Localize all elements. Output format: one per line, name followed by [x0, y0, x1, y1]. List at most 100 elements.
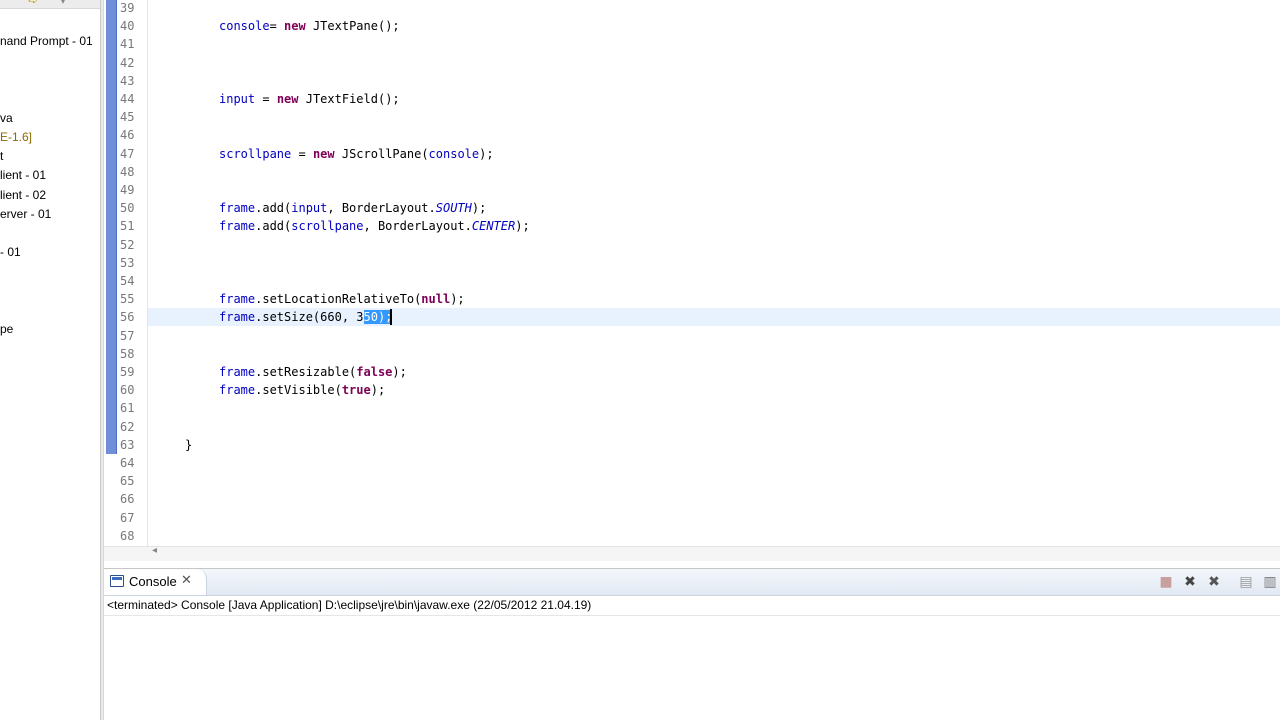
- line-number: 48: [120, 164, 135, 179]
- code-token: new: [284, 19, 306, 34]
- scroll-lock-icon[interactable]: ▥: [1261, 573, 1279, 591]
- tree-item[interactable]: - 01: [0, 245, 21, 259]
- line-number: 45: [120, 110, 135, 125]
- code-token: frame: [219, 383, 256, 398]
- code-token: new: [276, 92, 299, 106]
- code-line[interactable]: 49: [104, 181, 1280, 199]
- terminate-icon[interactable]: ■: [1157, 573, 1175, 591]
- line-number: 39: [120, 1, 135, 15]
- code-line[interactable]: 57: [104, 327, 1280, 345]
- line-number: 53: [120, 255, 135, 270]
- code-line[interactable]: 54: [104, 272, 1280, 290]
- clear-console-icon[interactable]: ▤: [1237, 573, 1255, 591]
- close-icon[interactable]: ✕: [181, 573, 192, 588]
- tree-item[interactable]: nand Prompt - 01: [0, 34, 93, 48]
- line-number: 41: [120, 37, 135, 52]
- code-token: );: [370, 383, 386, 398]
- code-token: false: [356, 365, 393, 379]
- code-line[interactable]: 68: [104, 527, 1280, 545]
- code-token: =: [255, 92, 277, 106]
- tree-item[interactable]: va: [0, 111, 13, 125]
- code-token: null: [421, 292, 451, 307]
- code-token: frame: [219, 219, 256, 234]
- code-line[interactable]: 53: [104, 254, 1280, 272]
- line-number: 55: [120, 292, 135, 307]
- line-number: 65: [120, 474, 135, 489]
- selected-text: 50);: [363, 310, 393, 325]
- code-token: console: [428, 146, 480, 161]
- code-token: JTextPane();: [305, 19, 400, 34]
- code-token: CENTER: [471, 219, 516, 234]
- code-line[interactable]: 58: [104, 345, 1280, 363]
- code-line[interactable]: 66: [104, 490, 1280, 508]
- forward-icon[interactable]: ➪: [28, 0, 38, 7]
- line-number: 50: [120, 201, 135, 216]
- code-line[interactable]: 62: [104, 418, 1280, 436]
- remove-launch-icon[interactable]: ✖: [1181, 573, 1199, 591]
- line-number: 67: [120, 510, 135, 525]
- explorer-toolbar: ➪ ▾: [0, 0, 100, 9]
- tree-item[interactable]: t: [0, 149, 3, 163]
- code-line[interactable]: 56 frame.setSize(660, 350);: [120, 308, 1280, 327]
- code-token: frame: [219, 310, 256, 325]
- code-token: frame: [219, 292, 256, 307]
- tree-item[interactable]: pe: [0, 322, 13, 336]
- tree-item[interactable]: lient - 01: [0, 168, 46, 182]
- code-editor[interactable]: 39 40 console= new JTextPane(); 41 42 43 44 inp…: [104, 0, 1280, 546]
- code-line[interactable]: 64: [104, 454, 1280, 472]
- code-line[interactable]: 46: [104, 126, 1280, 144]
- code-line[interactable]: 51 frame.add(scrollpane, BorderLayout.CEN…: [104, 217, 1280, 235]
- tree-item[interactable]: lient - 02: [0, 188, 46, 202]
- code-text: frame.add(input, BorderLayout.SOUTH);: [219, 199, 486, 217]
- line-number: 57: [120, 328, 135, 343]
- code-line[interactable]: 40 console= new JTextPane();: [104, 17, 1280, 35]
- code-token: .setSize(660, 3: [255, 310, 364, 325]
- tab-console[interactable]: Console ✕: [104, 569, 207, 595]
- code-token: .setLocationRelativeTo(: [255, 292, 422, 307]
- code-line[interactable]: 60 frame.setVisible(true);: [104, 381, 1280, 399]
- line-number: 52: [120, 237, 135, 252]
- horizontal-scrollbar[interactable]: ◂: [104, 545, 1280, 561]
- code-text: }: [185, 436, 192, 454]
- scroll-left-icon[interactable]: ◂: [152, 545, 157, 556]
- console-status: <terminated> Console [Java Application] …: [107, 598, 592, 612]
- code-line[interactable]: 63}: [104, 436, 1280, 454]
- code-token: .add(: [255, 201, 292, 216]
- code-token: );: [450, 292, 465, 307]
- code-token: frame: [219, 201, 256, 216]
- code-token: }: [185, 437, 193, 452]
- code-line[interactable]: 42: [104, 54, 1280, 72]
- code-token: );: [515, 219, 530, 234]
- code-line[interactable]: 39: [104, 0, 1280, 17]
- code-line[interactable]: 61: [104, 399, 1280, 417]
- console-output[interactable]: [104, 615, 1280, 722]
- code-line[interactable]: 44 input = new JTextField();: [104, 90, 1280, 108]
- code-line[interactable]: 59 frame.setResizable(false);: [104, 363, 1280, 381]
- line-number: 42: [120, 55, 135, 70]
- remove-all-launches-icon[interactable]: ✖: [1205, 573, 1223, 591]
- line-number: 60: [120, 383, 135, 398]
- code-token: );: [479, 146, 494, 161]
- console-view: Console ✕ ■ ✖ ✖ ▤ ▥ <terminated> Console…: [104, 568, 1280, 722]
- code-line[interactable]: 47 scrollpane = new JScrollPane(console);: [104, 145, 1280, 163]
- code-line[interactable]: 43: [104, 72, 1280, 90]
- console-tab-label: Console: [129, 574, 177, 589]
- tree-item[interactable]: E-1.6]: [0, 130, 32, 144]
- code-token: .setResizable(: [255, 365, 357, 379]
- code-line[interactable]: 50 frame.add(input, BorderLayout.SOUTH);: [104, 199, 1280, 217]
- code-line[interactable]: 45: [104, 108, 1280, 126]
- view-menu-icon[interactable]: ▾: [60, 0, 66, 7]
- code-line[interactable]: 41: [104, 35, 1280, 53]
- line-number: 44: [120, 92, 135, 106]
- code-line[interactable]: 52: [104, 236, 1280, 254]
- code-token: =: [291, 146, 313, 161]
- line-number: 40: [120, 19, 135, 34]
- code-line[interactable]: 65: [104, 472, 1280, 490]
- line-number: 54: [120, 274, 135, 288]
- line-number: 61: [120, 401, 135, 416]
- code-line[interactable]: 55 frame.setLocationRelativeTo(null);: [104, 290, 1280, 308]
- code-token: .add(: [255, 219, 292, 234]
- code-line[interactable]: 67: [104, 509, 1280, 527]
- code-line[interactable]: 48: [104, 163, 1280, 181]
- tree-item[interactable]: erver - 01: [0, 207, 51, 221]
